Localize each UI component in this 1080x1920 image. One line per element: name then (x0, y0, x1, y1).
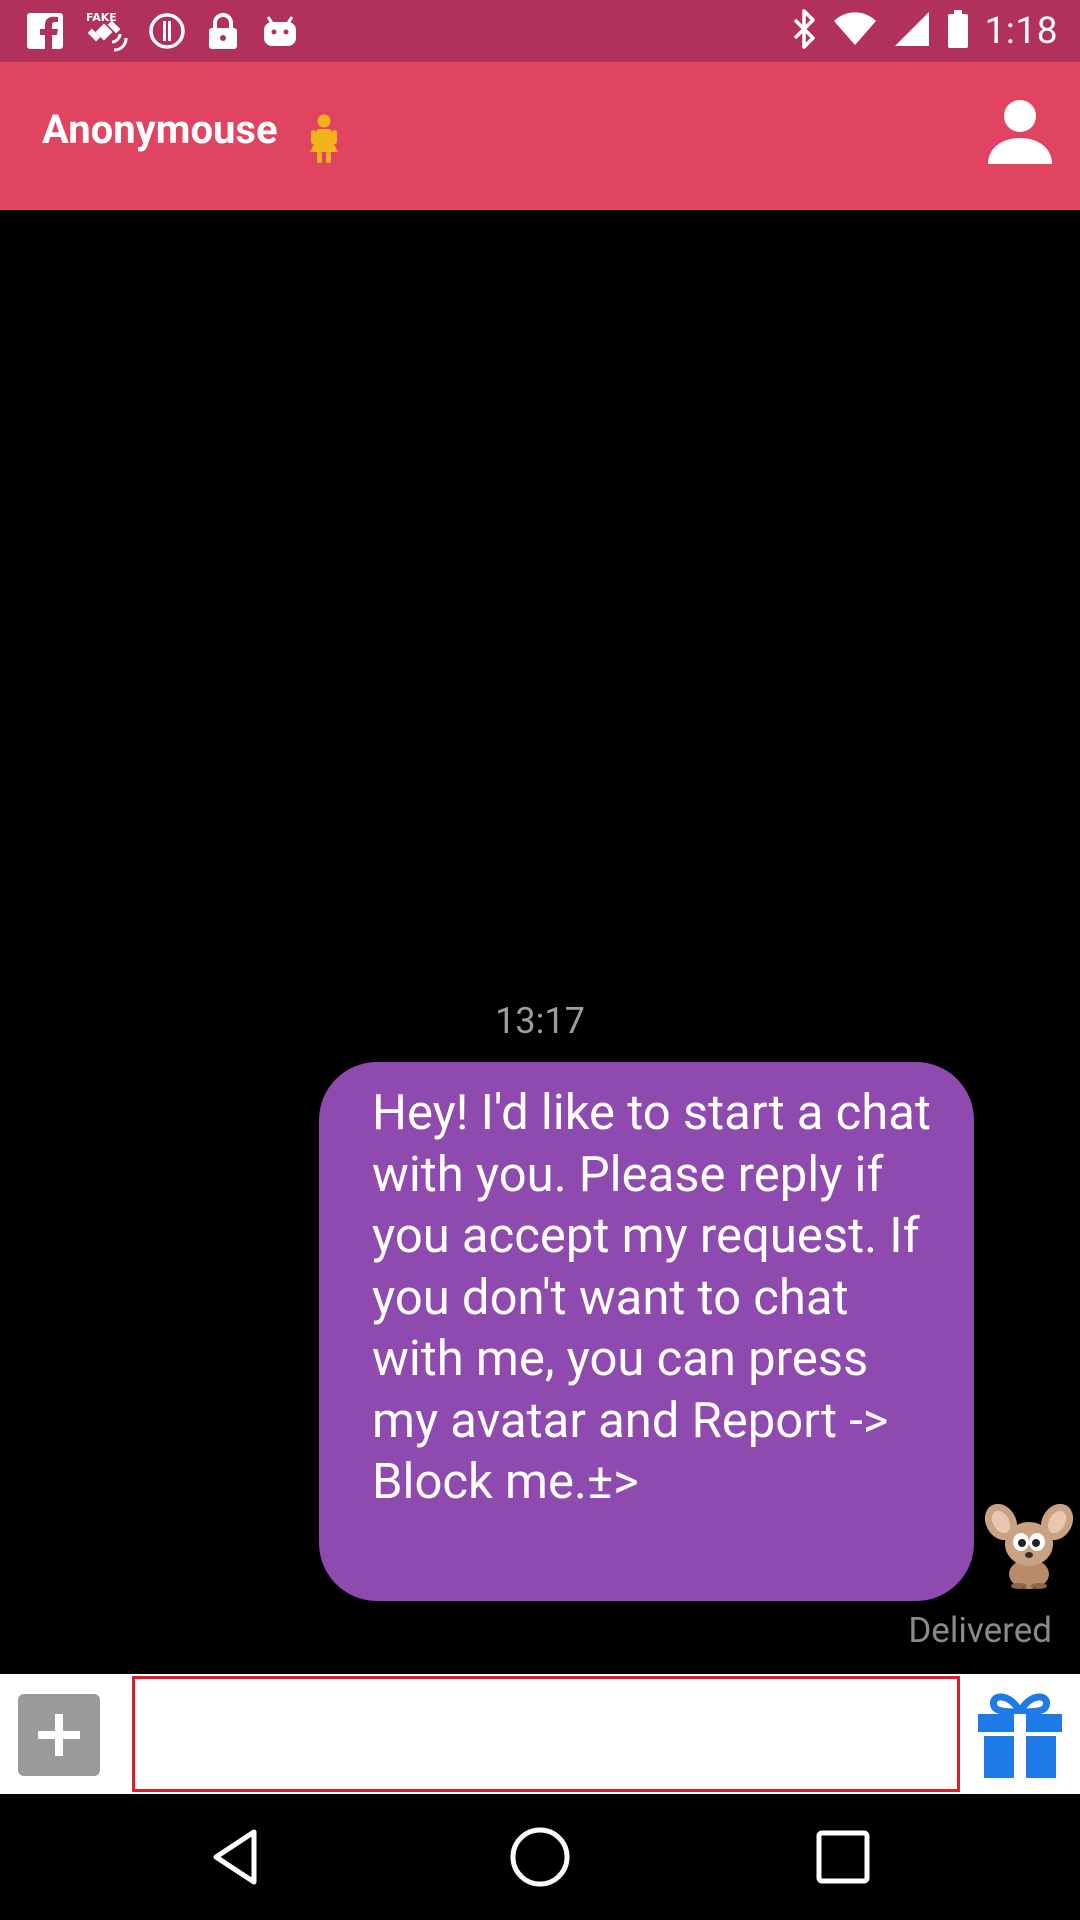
wifi-icon (833, 11, 877, 51)
back-triangle-icon (204, 1829, 270, 1894)
android-icon (260, 13, 300, 49)
chat-screen: FAKE 1:18 Anonymouse 13:17 Hey! I'd like… (0, 0, 1080, 1920)
mouse-avatar-icon[interactable] (984, 1500, 1074, 1590)
attach-button[interactable] (18, 1694, 100, 1776)
message-text: Hey! I'd like to start a chat with you. … (372, 1084, 931, 1510)
person-icon (984, 100, 1056, 174)
signal-icon (893, 10, 931, 52)
status-bar: FAKE 1:18 (0, 0, 1080, 62)
status-time: 1:18 (984, 9, 1058, 53)
alert-circle-icon (148, 12, 186, 50)
female-figure-icon (306, 114, 342, 168)
battery-icon (947, 9, 969, 53)
home-button[interactable] (507, 1824, 573, 1890)
notification-icons: FAKE (26, 10, 300, 52)
navigation-bar (0, 1794, 1080, 1920)
outgoing-message-bubble[interactable]: Hey! I'd like to start a chat with you. … (319, 1062, 974, 1601)
profile-button[interactable] (984, 98, 1056, 170)
delivery-status: Delivered (908, 1610, 1052, 1651)
home-circle-icon (507, 1827, 573, 1894)
chat-partner-name[interactable]: Anonymouse (42, 110, 278, 150)
facebook-icon (26, 12, 64, 50)
lock-icon (206, 11, 240, 51)
recents-button[interactable] (810, 1824, 876, 1890)
app-bar: Anonymouse (0, 62, 1080, 210)
recents-square-icon (810, 1830, 876, 1894)
message-composer (0, 1674, 1080, 1794)
system-icons: 1:18 (791, 8, 1058, 54)
message-timestamp: 13:17 (495, 1000, 585, 1042)
fake-gps-icon: FAKE (84, 10, 128, 52)
back-button[interactable] (204, 1824, 270, 1890)
message-input[interactable] (132, 1676, 960, 1792)
gift-button[interactable] (976, 1688, 1064, 1780)
bluetooth-icon (791, 9, 817, 53)
gift-icon (976, 1693, 1064, 1784)
